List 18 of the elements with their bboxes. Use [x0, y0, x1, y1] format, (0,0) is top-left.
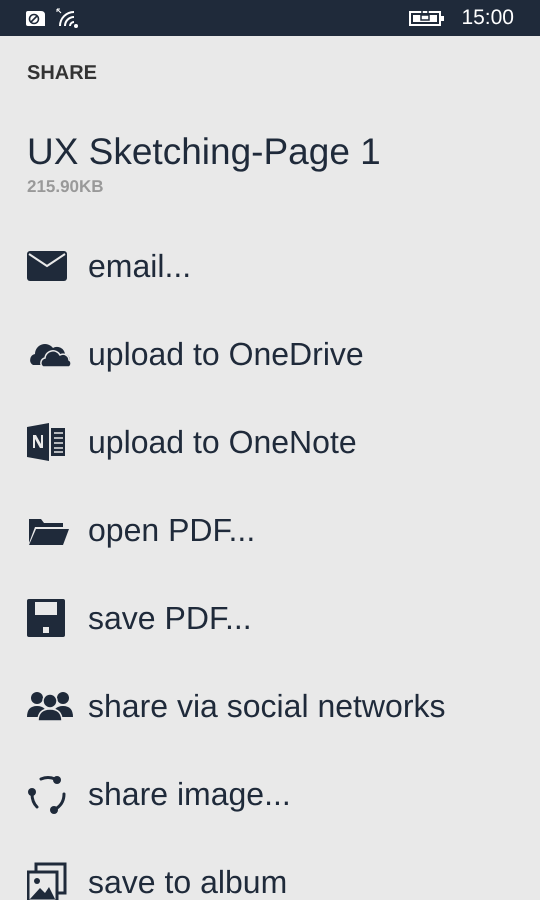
document-title: UX Sketching-Page 1	[27, 130, 382, 174]
share-action[interactable]: upload to OneDrive	[27, 310, 513, 398]
share-action[interactable]: email...	[27, 222, 513, 310]
share-action[interactable]: share image...	[27, 750, 513, 838]
share-action[interactable]: save PDF...	[27, 574, 513, 662]
people-icon	[27, 690, 73, 720]
share-action[interactable]: save to album	[27, 838, 513, 900]
share-action[interactable]: share via social networks	[27, 662, 513, 750]
share-action[interactable]: upload to OneNote	[27, 398, 513, 486]
status-glyph-icon	[26, 9, 46, 27]
notebook-icon	[27, 422, 67, 460]
battery-charging-icon	[409, 9, 446, 27]
envelope-icon	[27, 250, 67, 280]
file-size: 215.90KB	[27, 176, 105, 198]
clock-time: 15:00	[461, 5, 514, 32]
wifi-icon	[56, 8, 80, 28]
share-action[interactable]: open PDF...	[27, 486, 513, 574]
page-header: SHARE	[27, 61, 98, 86]
